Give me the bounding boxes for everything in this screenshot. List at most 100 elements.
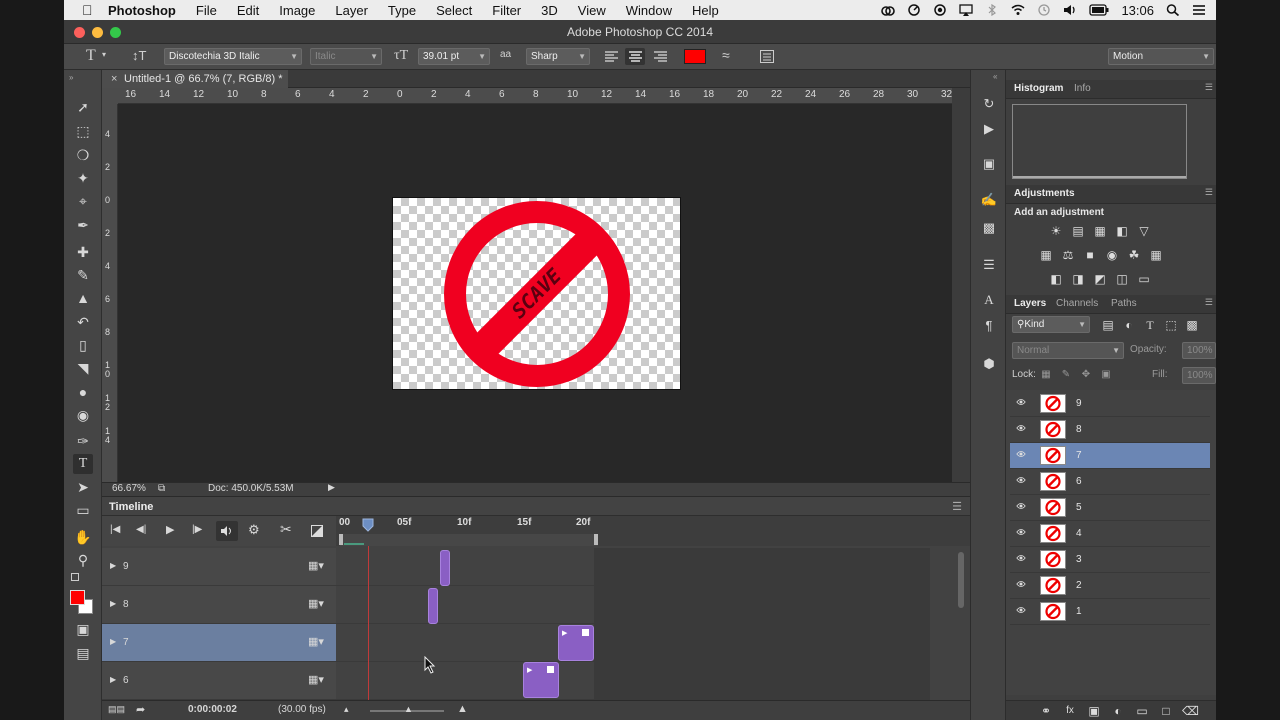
menu-view[interactable]: View (578, 3, 606, 18)
crop-tool-icon[interactable]: ⌖ (73, 191, 93, 211)
timeline-title[interactable]: Timeline (109, 501, 153, 513)
current-timecode[interactable]: 0:00:00:02 (188, 704, 237, 715)
new-adjustment-layer-icon[interactable]: ◐ (1110, 704, 1126, 718)
channel-mixer-icon[interactable]: ☘ (1126, 248, 1142, 262)
clone-stamp-tool-icon[interactable]: ▲ (73, 288, 93, 308)
clip-menu-icon[interactable] (582, 629, 589, 636)
panel-menu-icon[interactable]: ☰ (952, 500, 962, 513)
track-row-selected[interactable]: ▶ 7 ▦▾ (102, 624, 336, 662)
paragraph-panel-icon[interactable]: ¶ (979, 316, 999, 336)
lasso-tool-icon[interactable]: ❍ (73, 145, 93, 165)
record-icon[interactable] (933, 4, 947, 16)
lock-image-icon[interactable]: ✎ (1058, 368, 1074, 382)
work-area-bar[interactable] (340, 534, 598, 546)
timeline-ruler[interactable]: 00 05f 10f 15f 20f (336, 516, 930, 546)
zoom-out-icon[interactable]: ▴ (344, 704, 349, 715)
track-lane[interactable]: + (336, 586, 1182, 624)
font-size-select[interactable]: 39.01 pt ▼ (418, 48, 490, 65)
layer-filter-kind-select[interactable]: ⚲Kind ▼ (1012, 316, 1090, 333)
healing-brush-tool-icon[interactable]: ✚ (73, 242, 93, 262)
layer-row[interactable]: 1 (1010, 599, 1210, 625)
filter-type-icon[interactable]: T (1142, 318, 1158, 332)
color-lookup-icon[interactable]: ▦ (1148, 248, 1164, 262)
levels-icon[interactable]: ▤ (1070, 224, 1086, 238)
move-tool-icon[interactable]: ➚ (73, 97, 93, 117)
status-menu-arrow-icon[interactable]: ▶ (328, 482, 335, 493)
photo-filter-icon[interactable]: ◉ (1104, 248, 1120, 262)
vibrance-icon[interactable]: ▽ (1136, 224, 1152, 238)
clone-source-panel-icon[interactable]: ▩ (979, 218, 999, 238)
visibility-eye-icon[interactable] (1016, 553, 1026, 563)
tab-channels[interactable]: Channels (1056, 298, 1098, 309)
menu-layer[interactable]: Layer (335, 3, 368, 18)
work-area-end-handle[interactable] (594, 534, 598, 545)
blend-mode-select[interactable]: Normal ▼ (1012, 342, 1124, 359)
expand-track-icon[interactable]: ▶ (110, 599, 116, 608)
clip-expand-icon[interactable]: ▶ (562, 629, 567, 637)
next-frame-icon[interactable]: |▶ (192, 524, 202, 535)
panel-menu-icon[interactable]: ☰ (1205, 297, 1213, 308)
panel-menu-icon[interactable]: ☰ (1205, 82, 1213, 93)
menu-file[interactable]: File (196, 3, 217, 18)
split-scissors-icon[interactable]: ✂ (280, 521, 292, 538)
new-group-icon[interactable]: ▭ (1134, 704, 1150, 718)
opacity-field[interactable]: 100% (1182, 342, 1216, 359)
tab-adjustments[interactable]: Adjustments (1014, 188, 1075, 199)
creative-cloud-icon[interactable] (881, 4, 896, 16)
fill-field[interactable]: 100% (1182, 367, 1216, 384)
pen-tool-icon[interactable]: ✑ (73, 431, 93, 451)
visibility-eye-icon[interactable] (1016, 527, 1026, 537)
exposure-icon[interactable]: ◧ (1114, 224, 1130, 238)
clip-menu-icon[interactable] (547, 666, 554, 673)
first-frame-icon[interactable]: |◀ (110, 524, 120, 535)
paragraph-styles-panel-icon[interactable]: ☰ (979, 255, 999, 275)
link-layers-icon[interactable]: ⚭ (1038, 704, 1054, 718)
properties-panel-icon[interactable]: ▣ (979, 154, 999, 174)
workspace-select[interactable]: Motion ▼ (1108, 48, 1214, 65)
apple-icon[interactable]:  (82, 3, 96, 17)
audio-button[interactable] (216, 521, 238, 541)
brush-tool-icon[interactable]: ✎ (73, 265, 93, 285)
type-tool-preset-icon[interactable]: T (86, 47, 96, 65)
posterize-icon[interactable]: ◨ (1070, 272, 1086, 286)
spotlight-search-icon[interactable] (1166, 4, 1180, 16)
warp-text-icon[interactable]: ≈ (722, 47, 730, 63)
filter-smart-object-icon[interactable]: ▩ (1184, 318, 1200, 332)
threshold-icon[interactable]: ◩ (1092, 272, 1108, 286)
eyedropper-tool-icon[interactable]: ✒ (73, 215, 93, 235)
tab-layers[interactable]: Layers (1014, 298, 1046, 309)
film-strip-icon[interactable]: ▦▾ (308, 635, 324, 648)
previous-frame-icon[interactable]: ◀| (136, 524, 146, 535)
document-tab[interactable]: × Untitled-1 @ 66.7% (7, RGB/8) * (102, 70, 288, 88)
layer-row[interactable]: 6 (1010, 469, 1210, 495)
track-lane[interactable]: + (336, 548, 1182, 586)
visibility-eye-icon[interactable] (1016, 605, 1026, 615)
align-left-icon[interactable] (605, 51, 618, 62)
settings-gear-icon[interactable]: ⚙ (248, 522, 260, 538)
quick-selection-tool-icon[interactable]: ✦ (73, 168, 93, 188)
layer-row[interactable]: 4 (1010, 521, 1210, 547)
visibility-eye-icon[interactable] (1016, 449, 1026, 459)
character-panel-icon[interactable] (760, 50, 774, 63)
antialias-select[interactable]: Sharp ▼ (526, 48, 590, 65)
visibility-eye-icon[interactable] (1016, 423, 1026, 433)
curves-icon[interactable]: ▦ (1092, 224, 1108, 238)
brush-panel-icon[interactable]: ✍ (979, 190, 999, 210)
layer-row[interactable]: 5 (1010, 495, 1210, 521)
timeline-scrollbar[interactable] (958, 552, 964, 608)
type-tool-icon[interactable]: T (73, 454, 93, 474)
layer-style-fx-icon[interactable]: fx (1062, 704, 1078, 718)
new-layer-icon[interactable]: □ (1158, 704, 1174, 718)
playhead-handle[interactable] (362, 518, 374, 532)
collapse-icon[interactable]: « (993, 72, 997, 81)
track-row[interactable]: ▶ 9 ▦▾ (102, 548, 336, 586)
paint-bucket-tool-icon[interactable]: ◥ (73, 358, 93, 378)
lock-all-icon[interactable]: ▣ (1098, 368, 1114, 382)
video-clip[interactable] (428, 588, 438, 624)
menu-app[interactable]: Photoshop (108, 3, 176, 18)
visibility-eye-icon[interactable] (1016, 397, 1026, 407)
toggle-text-orientation-icon[interactable]: ↕T (132, 48, 146, 63)
lock-transparent-icon[interactable]: ▦ (1038, 368, 1054, 382)
font-style-select[interactable]: Italic ▼ (310, 48, 382, 65)
selective-color-icon[interactable]: ▭ (1136, 272, 1152, 286)
